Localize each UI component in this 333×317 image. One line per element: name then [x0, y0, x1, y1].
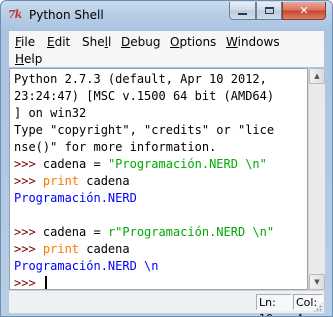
menu-edit[interactable]: Edit [47, 35, 70, 49]
vertical-scrollbar[interactable]: ▲ ▼ [308, 68, 325, 290]
close-icon: ✕ [299, 4, 309, 17]
close-button[interactable]: ✕ [282, 2, 326, 20]
idle-app-icon: 7k [8, 8, 22, 21]
code-text: cadena = [42, 157, 108, 171]
menu-windows[interactable]: Windows [226, 35, 280, 49]
banner-line: ] on win32 [14, 106, 87, 120]
prompt: >>> [14, 276, 43, 290]
prompt: >>> [14, 157, 43, 171]
minimize-icon [238, 12, 247, 15]
minimize-button[interactable] [229, 2, 256, 20]
banner-line: Type "copyright", "credits" or "lice [14, 123, 275, 137]
python-shell-window: 7k Python Shell ✕ File Edit Shell Debug … [0, 0, 333, 317]
text-cursor [44, 276, 47, 289]
code-text: cadena [79, 242, 130, 256]
string-literal: "Programación.NERD \n" [107, 157, 267, 171]
string-literal: r"Programación.NERD \n" [107, 225, 275, 239]
prompt: >>> [14, 174, 43, 188]
arrow-down-icon: ▼ [314, 278, 320, 286]
shell-output: Python 2.7.3 (default, Apr 10 2012, 23:2… [14, 71, 275, 290]
banner-line: nse()" for more information. [14, 140, 217, 154]
menu-help[interactable]: Help [15, 52, 42, 66]
banner-line: Python 2.7.3 (default, Apr 10 2012, [14, 72, 267, 86]
line-number-indicator: Ln: 10 [256, 294, 292, 316]
prompt: >>> [14, 225, 43, 239]
banner-line: 23:24:47) [MSC v.1500 64 bit (AMD64) [14, 89, 275, 103]
status-bar: Ln: 10 Col: 4 [9, 290, 324, 316]
code-text: cadena = [42, 225, 108, 239]
keyword: print [42, 242, 80, 256]
menu-shell[interactable]: Shell [82, 35, 111, 49]
program-output: Programación.NERD [14, 191, 137, 205]
scroll-down-button[interactable]: ▼ [309, 274, 325, 290]
title-bar[interactable]: 7k Python Shell ✕ [1, 1, 332, 31]
prompt: >>> [14, 242, 43, 256]
menu-bar: File Edit Shell Debug Options Windows He… [9, 31, 324, 67]
window-title: Python Shell [29, 8, 104, 22]
keyword: print [42, 174, 80, 188]
arrow-up-icon: ▲ [314, 72, 320, 80]
menu-options[interactable]: Options [170, 35, 216, 49]
program-output: Programación.NERD \n [14, 259, 159, 273]
caption-buttons: ✕ [229, 2, 326, 21]
menu-file[interactable]: File [15, 35, 35, 49]
code-text: cadena [79, 174, 130, 188]
shell-text-area[interactable]: Python 2.7.3 (default, Apr 10 2012, 23:2… [9, 68, 308, 290]
maximize-icon [264, 7, 274, 14]
menu-debug[interactable]: Debug [121, 35, 160, 49]
scroll-up-button[interactable]: ▲ [309, 68, 325, 84]
maximize-button[interactable] [256, 2, 282, 20]
